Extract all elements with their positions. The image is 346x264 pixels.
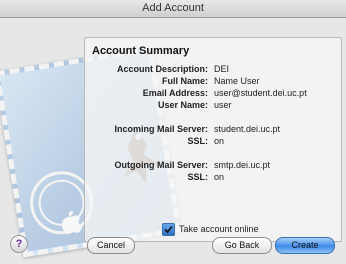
field-value: student.dei.uc.pt	[214, 124, 281, 134]
field-value: on	[214, 136, 225, 146]
window-titlebar: Add Account	[0, 0, 346, 18]
field-label: Incoming Mail Server:	[114, 124, 208, 134]
field-value: user@student.dei.uc.pt	[214, 88, 307, 98]
window-title: Add Account	[142, 2, 204, 14]
field-account-description: Account Description: DEI	[90, 63, 340, 75]
field-incoming-mail-server: Incoming Mail Server: student.dei.uc.pt	[90, 123, 340, 135]
field-full-name: Full Name: Name User	[90, 75, 340, 87]
field-label: Account Description:	[116, 64, 208, 74]
field-value: on	[214, 172, 225, 182]
field-value: DEI	[214, 64, 230, 74]
field-value: smtp.dei.uc.pt	[214, 160, 271, 170]
field-value: Name User	[214, 76, 260, 86]
help-button[interactable]: ?	[10, 235, 28, 253]
field-outgoing-mail-server: Outgoing Mail Server: smtp.dei.uc.pt	[90, 159, 340, 171]
field-label: Email Address:	[142, 88, 208, 98]
checkmark-icon	[164, 225, 173, 233]
cancel-button[interactable]: Cancel	[87, 237, 135, 254]
field-label: User Name:	[157, 100, 208, 110]
field-outgoing-ssl: SSL: on	[90, 171, 340, 183]
field-value: user	[214, 100, 232, 110]
apple-logo-icon	[61, 210, 83, 235]
field-user-name: User Name: user	[90, 99, 340, 111]
checkbox-box[interactable]	[162, 222, 175, 236]
window-content: Account Summary Account Description: DEI…	[0, 18, 346, 264]
create-button[interactable]: Create	[275, 237, 335, 254]
field-label: SSL:	[187, 136, 208, 146]
field-label: Outgoing Mail Server:	[114, 160, 208, 170]
take-account-online-checkbox[interactable]: Take account online	[162, 222, 259, 236]
checkbox-label: Take account online	[179, 224, 259, 234]
field-label: Full Name:	[161, 76, 208, 86]
field-label: SSL:	[187, 172, 208, 182]
field-incoming-ssl: SSL: on	[90, 135, 340, 147]
field-email-address: Email Address: user@student.dei.uc.pt	[90, 87, 340, 99]
account-summary-heading: Account Summary	[92, 45, 190, 57]
go-back-button[interactable]: Go Back	[212, 237, 272, 254]
